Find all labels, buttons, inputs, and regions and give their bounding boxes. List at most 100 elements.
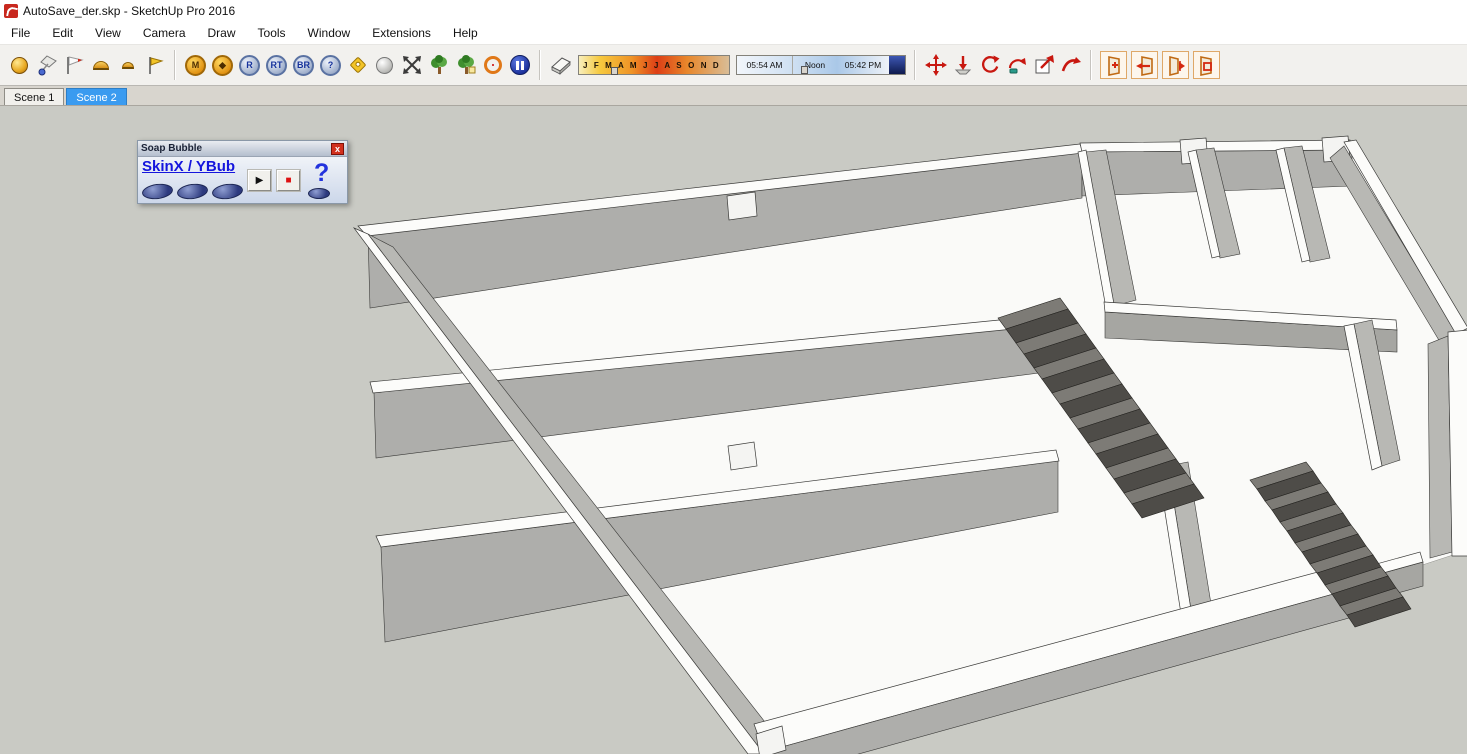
drape-icon — [38, 55, 57, 76]
export-view-tool-button[interactable] — [1030, 51, 1057, 79]
export-view-icon — [1035, 55, 1054, 74]
dome-tool-button[interactable] — [87, 51, 114, 79]
menu-file[interactable]: File — [0, 24, 41, 42]
drop-red-tool-button[interactable] — [949, 51, 976, 79]
compass-tool-button[interactable] — [479, 51, 506, 79]
white-sphere-icon — [376, 56, 393, 74]
scene-tabs-bar: Scene 1 Scene 2 — [0, 86, 1467, 106]
crossed-arrows-icon — [402, 56, 421, 74]
question-badge-icon: ? — [320, 54, 341, 76]
pause-icon — [509, 55, 530, 75]
menu-bar: File Edit View Camera Draw Tools Window … — [0, 22, 1467, 44]
menu-view[interactable]: View — [84, 24, 132, 42]
night-gradient — [889, 56, 905, 74]
menu-tools[interactable]: Tools — [247, 24, 297, 42]
move-arrows-icon — [924, 54, 947, 76]
crossed-arrows-tool-button[interactable] — [398, 51, 425, 79]
skin-bubble-button-2[interactable] — [176, 182, 209, 201]
menu-extensions[interactable]: Extensions — [361, 24, 442, 42]
menu-camera[interactable]: Camera — [132, 24, 197, 42]
badge-br-button[interactable]: BR — [290, 51, 317, 79]
date-slider-thumb[interactable] — [611, 67, 618, 75]
tree-tool-button[interactable] — [425, 51, 452, 79]
skin-bubble-button-1[interactable] — [141, 182, 174, 201]
time-slider-track[interactable]: Noon — [793, 56, 837, 74]
shadow-date-slider[interactable]: J F M A M J J A S O N D — [578, 55, 730, 75]
time-end-label: 05:42 PM — [837, 56, 889, 74]
door-arrows-tool-button[interactable] — [1162, 51, 1189, 79]
toolbar-separator — [914, 50, 916, 80]
badge-help-button[interactable]: ? — [317, 51, 344, 79]
soap-bubble-title-bar[interactable]: Soap Bubble x — [138, 141, 347, 157]
scene-tab-1[interactable]: Scene 1 — [4, 88, 65, 105]
white-sphere-tool-button[interactable] — [371, 51, 398, 79]
menu-draw[interactable]: Draw — [197, 24, 247, 42]
r-badge-icon: R — [239, 54, 260, 76]
pause-tool-button[interactable] — [506, 51, 533, 79]
toolbar-separator — [1090, 50, 1092, 80]
diamond-badge-icon: ◆ — [212, 54, 233, 76]
palette-title: Soap Bubble — [141, 143, 203, 154]
badge-rt-button[interactable]: RT — [263, 51, 290, 79]
flag-tool-button[interactable] — [60, 51, 87, 79]
tag-icon — [349, 56, 366, 74]
tree-photo-icon — [457, 55, 475, 74]
door-box-icon — [1199, 56, 1212, 76]
dome-small-tool-button[interactable] — [114, 51, 141, 79]
scene-tab-2[interactable]: Scene 2 — [66, 88, 127, 105]
month-scale-label: J F M A M J J A S O N D — [583, 60, 721, 70]
eraser-icon — [550, 57, 571, 75]
tree-photo-tool-button[interactable] — [452, 51, 479, 79]
badge-m-button[interactable]: M — [182, 51, 209, 79]
main-toolbar: M ◆ R RT BR ? J F M A M J J A S O N D 05… — [0, 44, 1467, 86]
time-start-label: 05:54 AM — [737, 56, 793, 74]
badge-diamond-button[interactable]: ◆ — [209, 51, 236, 79]
time-slider-thumb[interactable] — [801, 66, 808, 74]
door-tool-group — [1098, 51, 1222, 79]
app-window: AutoSave_der.skp - SketchUp Pro 2016 Fil… — [0, 0, 1467, 754]
rotate-arrow-icon — [1008, 58, 1026, 74]
badge-r-button[interactable]: R — [236, 51, 263, 79]
tree-icon — [430, 55, 447, 74]
rotate-call-red-tool-button[interactable] — [1003, 51, 1030, 79]
soap-bubble-palette: Soap Bubble x SkinX / YBub ▶ ■ ? — [137, 140, 348, 204]
door-export-icon — [1135, 56, 1153, 76]
swoosh-arrow-tool-button[interactable] — [1057, 51, 1084, 79]
door-add-icon — [1107, 56, 1120, 76]
refresh-arrows-icon — [981, 55, 999, 73]
drape-tool-button[interactable] — [33, 51, 60, 79]
eraser-tool-button[interactable] — [547, 51, 574, 79]
door-export-tool-button[interactable] — [1131, 51, 1158, 79]
window-title: AutoSave_der.skp - SketchUp Pro 2016 — [23, 4, 236, 18]
compass-icon — [483, 56, 502, 74]
drop-arrow-icon — [954, 56, 971, 75]
pennant-icon — [148, 57, 164, 74]
refresh-red-tool-button[interactable] — [976, 51, 1003, 79]
help-bubble-icon — [308, 188, 330, 199]
door-box-tool-button[interactable] — [1193, 51, 1220, 79]
close-icon[interactable]: x — [331, 142, 344, 155]
door-arrows-icon — [1168, 55, 1185, 76]
sphere-icon — [11, 56, 28, 74]
door-add-tool-button[interactable] — [1100, 51, 1127, 79]
tag-tool-button[interactable] — [344, 51, 371, 79]
sphere-tool-button[interactable] — [6, 51, 33, 79]
menu-help[interactable]: Help — [442, 24, 489, 42]
toolbar-separator — [174, 50, 176, 80]
help-button[interactable]: ? — [314, 159, 329, 188]
rt-badge-icon: RT — [266, 54, 287, 76]
shadow-time-slider[interactable]: 05:54 AM Noon 05:42 PM — [736, 55, 906, 75]
title-bar: AutoSave_der.skp - SketchUp Pro 2016 — [0, 0, 1467, 22]
skin-ybub-label: SkinX / YBub — [142, 158, 236, 175]
skin-bubble-button-3[interactable] — [211, 182, 244, 201]
menu-window[interactable]: Window — [297, 24, 362, 42]
move-red-tool-button[interactable] — [922, 51, 949, 79]
dome-small-icon — [121, 61, 134, 69]
menu-edit[interactable]: Edit — [41, 24, 84, 42]
viewport-3d[interactable]: Soap Bubble x SkinX / YBub ▶ ■ ? — [0, 106, 1467, 754]
soap-bubble-body: SkinX / YBub ▶ ■ ? — [138, 157, 347, 203]
swoosh-arrow-icon — [1061, 57, 1081, 72]
play-button[interactable]: ▶ — [248, 170, 271, 191]
stop-button[interactable]: ■ — [277, 170, 300, 191]
pennant-tool-button[interactable] — [141, 51, 168, 79]
